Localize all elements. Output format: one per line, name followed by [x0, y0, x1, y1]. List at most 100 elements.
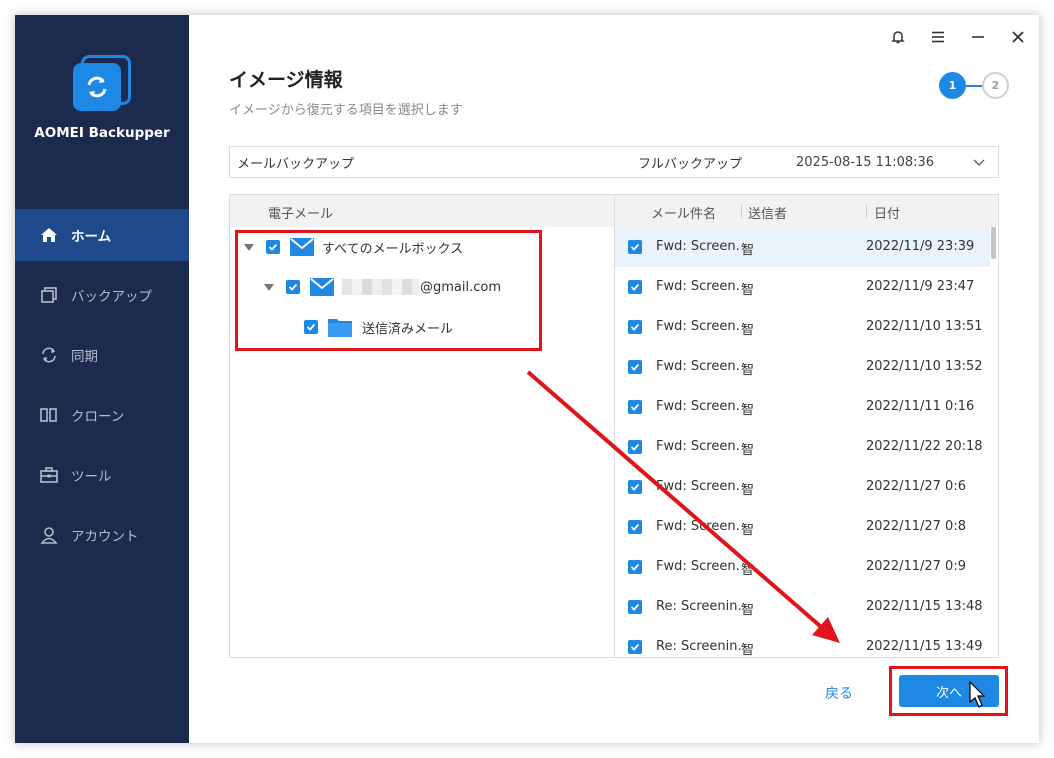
mail-subject: Fwd: Screen... — [656, 399, 741, 414]
mail-date: 2022/11/10 13:52 — [866, 359, 983, 374]
backup-name: メールバックアップ — [237, 156, 355, 172]
checkbox[interactable] — [628, 560, 642, 574]
checkbox[interactable] — [628, 280, 642, 294]
bell-icon[interactable] — [886, 25, 910, 49]
checkbox[interactable] — [304, 320, 318, 334]
backup-icon — [37, 283, 61, 307]
mail-sender: 智 — [741, 483, 755, 498]
tree-node-all-mailboxes[interactable]: すべてのメールボックス — [244, 227, 463, 267]
sidebar-item-label: アカウント — [71, 529, 139, 545]
column-header-sender[interactable]: 送信者 — [748, 203, 787, 222]
sidebar-item-label: ツール — [71, 469, 112, 485]
mailbox-tree: 電子メール すべてのメールボックス @gmail.com 送信済みメール — [230, 195, 615, 657]
table-row[interactable]: Fwd: Screen... 智 2022/11/10 13:52 — [615, 347, 990, 387]
minimize-icon[interactable] — [966, 25, 990, 49]
column-header-date[interactable]: 日付 — [874, 203, 900, 222]
checkbox[interactable] — [628, 320, 642, 334]
app-name: AOMEI Backupper — [34, 125, 170, 141]
clone-icon — [37, 403, 61, 427]
table-row[interactable]: Fwd: Screen... 智 2022/11/27 0:8 — [615, 507, 990, 547]
checkbox[interactable] — [628, 600, 642, 614]
mail-subject: Fwd: Screen... — [656, 359, 741, 374]
mail-date: 2022/11/15 13:49 — [866, 639, 983, 654]
checkbox[interactable] — [628, 400, 642, 414]
mail-subject: Fwd: Screen... — [656, 239, 741, 254]
app-window: AOMEI Backupper ホーム バックアップ 同期 クローン ツール ア… — [15, 15, 1039, 743]
main-content: イメージ情報 イメージから復元する項目を選択します 1 2 メールバックアップ … — [189, 15, 1039, 743]
scrollbar-thumb[interactable] — [991, 227, 996, 259]
column-divider — [741, 204, 742, 218]
checkbox[interactable] — [628, 240, 642, 254]
mail-sender: 智 — [741, 603, 755, 618]
table-row[interactable]: Fwd: Screen... 智 2022/11/27 0:6 — [615, 467, 990, 507]
mail-sender: 智 — [741, 403, 755, 418]
mail-subject: Fwd: Screen... — [656, 559, 741, 574]
checkbox[interactable] — [628, 440, 642, 454]
tree-node-sent-mail[interactable]: 送信済みメール — [304, 307, 453, 347]
table-row[interactable]: Fwd: Screen... 智 2022/11/9 23:39 — [615, 227, 990, 267]
mail-list: メール件名 送信者 日付 Fwd: Screen... 智 2022/11/9 23… — [615, 195, 998, 658]
sidebar-item-tools[interactable]: ツール — [15, 449, 189, 501]
close-icon[interactable] — [1006, 25, 1030, 49]
mail-date: 2022/11/15 13:48 — [866, 599, 983, 614]
mail-sender: 智 — [741, 643, 755, 658]
next-button-label: 次へ — [935, 685, 962, 701]
checkbox[interactable] — [266, 240, 280, 254]
step-indicator-1: 1 — [939, 72, 966, 99]
backup-type: フルバックアップ — [638, 156, 743, 172]
mail-icon — [310, 278, 334, 296]
sidebar-item-backup[interactable]: バックアップ — [15, 269, 189, 321]
backup-time: 2025-08-15 11:08:36 — [796, 154, 935, 170]
mail-subject: Re: Screenin... — [656, 599, 741, 614]
expand-arrow-icon[interactable] — [264, 283, 274, 291]
checkbox[interactable] — [628, 480, 642, 494]
mail-date: 2022/11/27 0:6 — [866, 479, 966, 494]
sidebar-item-label: ホーム — [71, 229, 112, 245]
mail-subject: Fwd: Screen... — [656, 479, 741, 494]
tree-node-gmail-account[interactable]: @gmail.com — [264, 267, 501, 307]
column-header-subject[interactable]: メール件名 — [651, 203, 716, 222]
tree-header: 電子メール — [230, 195, 614, 227]
table-row[interactable]: Fwd: Screen... 智 2022/11/10 13:51 — [615, 307, 990, 347]
tree-node-label: @gmail.com — [420, 279, 502, 295]
mail-sender: 智 — [741, 443, 755, 458]
mail-list-header: メール件名 送信者 日付 — [615, 195, 998, 227]
next-button[interactable]: 次へ — [899, 675, 999, 707]
checkbox[interactable] — [286, 280, 300, 294]
mail-date: 2022/11/9 23:47 — [866, 279, 975, 294]
tree-header-label: 電子メール — [268, 207, 334, 222]
page-subtitle: イメージから復元する項目を選択します — [229, 103, 463, 118]
checkbox[interactable] — [628, 640, 642, 654]
mail-subject: Fwd: Screen... — [656, 319, 741, 334]
table-row[interactable]: Re: Screenin... 智 2022/11/15 13:49 — [615, 627, 990, 667]
expand-arrow-icon[interactable] — [244, 243, 254, 251]
mail-date: 2022/11/27 0:8 — [866, 519, 966, 534]
chevron-down-icon — [972, 155, 986, 173]
sidebar-item-account[interactable]: アカウント — [15, 509, 189, 561]
mail-date: 2022/11/22 20:18 — [866, 439, 983, 454]
table-row[interactable]: Fwd: Screen... 智 2022/11/9 23:47 — [615, 267, 990, 307]
table-row[interactable]: Re: Screenin... 智 2022/11/15 13:48 — [615, 587, 990, 627]
mail-date: 2022/11/27 0:9 — [866, 559, 966, 574]
mail-date: 2022/11/10 13:51 — [866, 319, 983, 334]
mail-sender: 智 — [741, 323, 755, 338]
checkbox[interactable] — [628, 360, 642, 374]
table-row[interactable]: Fwd: Screen... 智 2022/11/22 20:18 — [615, 427, 990, 467]
mail-sender: 智 — [741, 563, 755, 578]
menu-icon[interactable] — [926, 25, 950, 49]
account-icon — [37, 523, 61, 547]
backup-version-dropdown[interactable]: メールバックアップ フルバックアップ 2025-08-15 11:08:36 — [229, 146, 999, 178]
sidebar-item-clone[interactable]: クローン — [15, 389, 189, 441]
back-button[interactable]: 戻る — [825, 683, 853, 703]
mail-date: 2022/11/9 23:39 — [866, 239, 975, 254]
sidebar-item-sync[interactable]: 同期 — [15, 329, 189, 381]
checkbox[interactable] — [628, 520, 642, 534]
sidebar-item-home[interactable]: ホーム — [15, 209, 189, 261]
mail-subject: Fwd: Screen... — [656, 279, 741, 294]
mail-sender: 智 — [741, 283, 755, 298]
restore-selection-panel: 電子メール すべてのメールボックス @gmail.com 送信済みメール メール… — [229, 194, 999, 658]
column-divider — [866, 204, 867, 218]
table-row[interactable]: Fwd: Screen... 智 2022/11/27 0:9 — [615, 547, 990, 587]
table-row[interactable]: Fwd: Screen... 智 2022/11/11 0:16 — [615, 387, 990, 427]
tree-node-label: すべてのメールボックス — [322, 241, 464, 257]
